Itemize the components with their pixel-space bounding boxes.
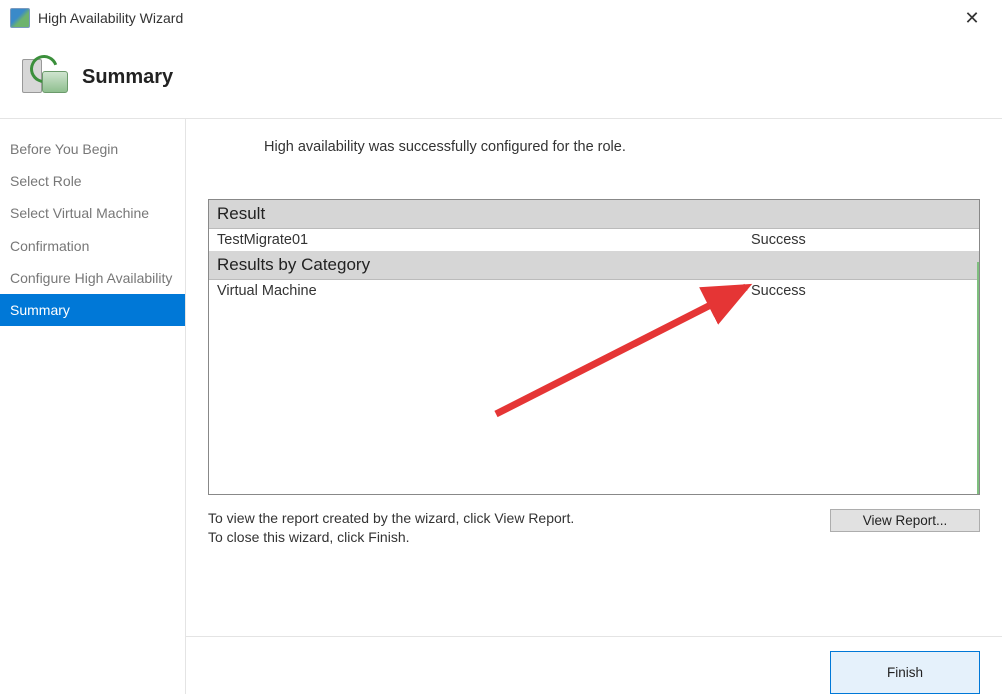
category-row: Virtual Machine Success bbox=[209, 280, 979, 302]
wizard-steps-sidebar: Before You Begin Select Role Select Virt… bbox=[0, 118, 186, 694]
step-summary[interactable]: Summary bbox=[0, 294, 185, 326]
wizard-page-icon bbox=[20, 53, 68, 101]
result-status: Success bbox=[751, 232, 971, 248]
titlebar: High Availability Wizard ✕ bbox=[0, 0, 1002, 36]
hint-area: To view the report created by the wizard… bbox=[208, 509, 980, 547]
result-row: TestMigrate01 Success bbox=[209, 229, 979, 251]
category-header: Results by Category bbox=[209, 251, 979, 280]
wizard-main-panel: High availability was successfully confi… bbox=[186, 118, 1002, 694]
category-status: Success bbox=[751, 283, 971, 299]
wizard-footer: Finish bbox=[186, 636, 1002, 694]
result-header: Result bbox=[209, 200, 979, 229]
step-select-role[interactable]: Select Role bbox=[0, 165, 185, 197]
step-confirmation[interactable]: Confirmation bbox=[0, 230, 185, 262]
hint-line-2: To close this wizard, click Finish. bbox=[208, 529, 410, 545]
category-name: Virtual Machine bbox=[217, 283, 751, 299]
step-configure-high-availability[interactable]: Configure High Availability bbox=[0, 262, 185, 294]
finish-button[interactable]: Finish bbox=[830, 651, 980, 694]
step-before-you-begin[interactable]: Before You Begin bbox=[0, 133, 185, 165]
hint-text: To view the report created by the wizard… bbox=[208, 509, 818, 547]
status-message: High availability was successfully confi… bbox=[208, 135, 980, 155]
wizard-header: Summary bbox=[0, 36, 1002, 118]
step-select-virtual-machine[interactable]: Select Virtual Machine bbox=[0, 197, 185, 229]
window-title: High Availability Wizard bbox=[38, 10, 952, 26]
results-box: Result TestMigrate01 Success Results by … bbox=[208, 199, 980, 495]
results-scrollbar[interactable] bbox=[977, 262, 979, 494]
wizard-app-icon bbox=[10, 8, 30, 28]
view-report-button[interactable]: View Report... bbox=[830, 509, 980, 532]
hint-line-1: To view the report created by the wizard… bbox=[208, 510, 574, 526]
page-title: Summary bbox=[82, 66, 173, 89]
result-name: TestMigrate01 bbox=[217, 232, 751, 248]
close-button[interactable]: ✕ bbox=[952, 0, 992, 36]
